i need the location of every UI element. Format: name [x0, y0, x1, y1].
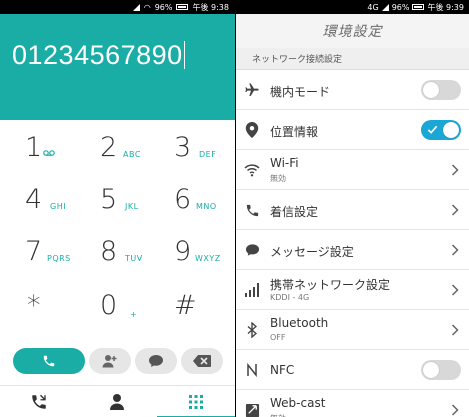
clock: 午後 9:39	[427, 2, 464, 12]
dialed-number: 01234567890	[12, 40, 183, 70]
key-4[interactable]: 4 GHI	[25, 184, 95, 234]
status-bar: 4G 96% 午後 9:39	[236, 0, 469, 14]
call-log-icon	[32, 394, 46, 409]
tab-keypad[interactable]	[157, 386, 235, 417]
key-hash[interactable]: #	[174, 290, 235, 340]
key-7[interactable]: 7 PQRS	[25, 236, 95, 286]
wifi-icon	[244, 164, 260, 177]
wifi-status-icon: ◠	[143, 2, 151, 12]
key-star[interactable]: *	[27, 290, 97, 340]
key-2[interactable]: 2 ABC	[100, 132, 170, 182]
setting-webcast[interactable]: Web-cast 無効	[236, 390, 469, 417]
chevron-right-icon	[451, 284, 459, 296]
setting-airplane-mode[interactable]: 機内モード	[236, 70, 469, 110]
location-toggle[interactable]	[421, 120, 461, 140]
chevron-right-icon	[451, 324, 459, 336]
add-contact-button[interactable]	[89, 348, 131, 374]
signal-bars-icon	[245, 283, 259, 297]
chevron-right-icon	[451, 404, 459, 416]
send-message-button[interactable]	[135, 348, 177, 374]
chevron-right-icon	[451, 244, 459, 256]
backspace-icon	[193, 355, 211, 367]
message-bubble-icon	[245, 244, 259, 256]
location-pin-icon	[245, 122, 259, 138]
bluetooth-icon	[247, 322, 257, 338]
setting-bluetooth[interactable]: Bluetooth OFF	[236, 310, 469, 350]
voicemail-icon	[43, 150, 55, 156]
dialer-screen: ◠ 96% 午後 9:38 01234567890 1 2 ABC 3 DEF	[0, 0, 235, 417]
clock: 午後 9:38	[192, 2, 229, 12]
dialer-bottom-nav	[0, 385, 235, 417]
setting-location[interactable]: 位置情報	[236, 110, 469, 150]
key-0[interactable]: 0 +	[100, 290, 170, 340]
dialer-actions	[0, 344, 235, 376]
signal-icon	[132, 3, 140, 11]
tab-call-log[interactable]	[0, 386, 78, 417]
phone-icon	[246, 204, 258, 216]
keypad-grid-icon	[189, 395, 203, 409]
setting-wifi[interactable]: Wi-Fi 無効	[236, 150, 469, 190]
person-icon	[110, 394, 124, 410]
settings-header: 環境設定	[236, 14, 469, 48]
setting-call[interactable]: 着信設定	[236, 190, 469, 230]
key-3[interactable]: 3 DEF	[174, 132, 235, 182]
check-icon	[427, 125, 438, 134]
status-bar: ◠ 96% 午後 9:38	[0, 0, 235, 14]
nfc-toggle[interactable]	[421, 360, 461, 380]
webcast-icon	[245, 403, 259, 417]
chevron-right-icon	[451, 204, 459, 216]
section-header: ネットワーク接続設定	[236, 48, 469, 70]
nfc-icon	[247, 362, 257, 378]
page-title: 環境設定	[322, 24, 383, 40]
battery-icon	[176, 4, 189, 10]
battery-percent: 96%	[391, 2, 410, 12]
key-1[interactable]: 1	[25, 132, 95, 182]
key-6[interactable]: 6 MNO	[174, 184, 235, 234]
battery-percent: 96%	[154, 2, 173, 12]
key-9[interactable]: 9 WXYZ	[174, 236, 235, 286]
message-bubble-icon	[149, 355, 163, 367]
tab-contacts[interactable]	[78, 386, 156, 417]
network-type: 4G	[367, 2, 379, 12]
phone-icon	[43, 355, 55, 367]
setting-messages[interactable]: メッセージ設定	[236, 230, 469, 270]
text-caret	[183, 41, 185, 69]
backspace-button[interactable]	[181, 348, 223, 374]
airplane-mode-toggle[interactable]	[421, 80, 461, 100]
setting-mobile-network[interactable]: 携帯ネットワーク設定 KDDI - 4G	[236, 270, 469, 310]
key-8[interactable]: 8 TUV	[100, 236, 170, 286]
add-person-icon	[102, 355, 117, 368]
call-button[interactable]	[13, 348, 85, 374]
setting-nfc[interactable]: NFC	[236, 350, 469, 390]
key-5[interactable]: 5 JKL	[100, 184, 170, 234]
battery-icon	[412, 4, 425, 10]
chevron-right-icon	[451, 164, 459, 176]
settings-screen: 4G 96% 午後 9:39 環境設定 ネットワーク接続設定 機内モード 位置情…	[236, 0, 469, 417]
dialed-number-display[interactable]: 01234567890	[0, 14, 235, 120]
signal-icon	[381, 3, 389, 11]
airplane-icon	[245, 83, 259, 96]
